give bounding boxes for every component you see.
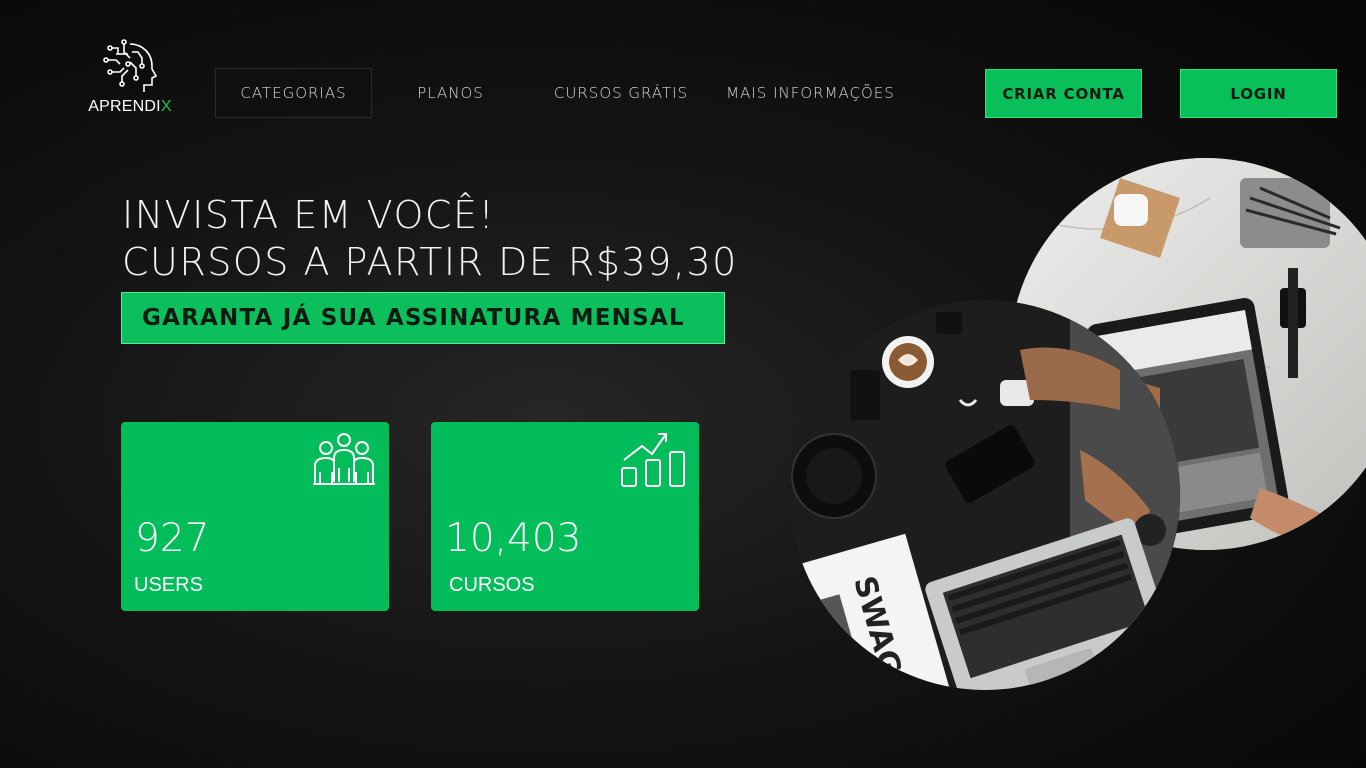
- stat-value-users: 927: [135, 516, 210, 561]
- nav-item-planos[interactable]: PLANOS: [372, 68, 529, 118]
- stat-card-users: 927 USERS: [121, 422, 389, 611]
- brand-name-accent: X: [160, 98, 172, 115]
- hero-headline: INVISTA EM VOCÊ! CURSOS A PARTIR DE R$39…: [122, 192, 738, 286]
- stat-value-courses: 10,403: [445, 516, 582, 561]
- hero-headline-line2: CURSOS A PARTIR DE R$39,30: [122, 240, 738, 284]
- nav-item-mais-informacoes[interactable]: MAIS INFORMAÇÕES: [713, 68, 908, 118]
- nav-item-categorias[interactable]: CATEGORIAS: [215, 68, 372, 118]
- stat-label-courses: CURSOS: [449, 574, 535, 596]
- hero-headline-line1: INVISTA EM VOCÊ!: [122, 193, 496, 237]
- subscribe-cta-button[interactable]: GARANTA JÁ SUA ASSINATURA MENSAL: [121, 292, 725, 344]
- login-button[interactable]: LOGIN: [1180, 69, 1337, 118]
- laptop-photo-image: SWAGGER: [790, 300, 1180, 690]
- stat-card-courses: 10,403 CURSOS: [431, 422, 699, 611]
- ai-head-circuit-icon: [103, 39, 158, 92]
- users-group-icon: [313, 433, 375, 485]
- main-nav: CATEGORIAS PLANOS CURSOS GRÁTIS MAIS INF…: [215, 68, 908, 118]
- brand-name-main: APRENDI: [88, 98, 161, 115]
- brand-logo[interactable]: APRENDIX: [80, 38, 180, 122]
- create-account-button[interactable]: CRIAR CONTA: [985, 69, 1142, 118]
- brand-name: APRENDIX: [88, 98, 171, 116]
- growth-chart-icon: [621, 433, 685, 487]
- stat-label-users: USERS: [134, 574, 203, 596]
- nav-item-cursos-gratis[interactable]: CURSOS GRÁTIS: [529, 68, 713, 118]
- photo-dark-desk-laptop: SWAGGER: [790, 300, 1180, 690]
